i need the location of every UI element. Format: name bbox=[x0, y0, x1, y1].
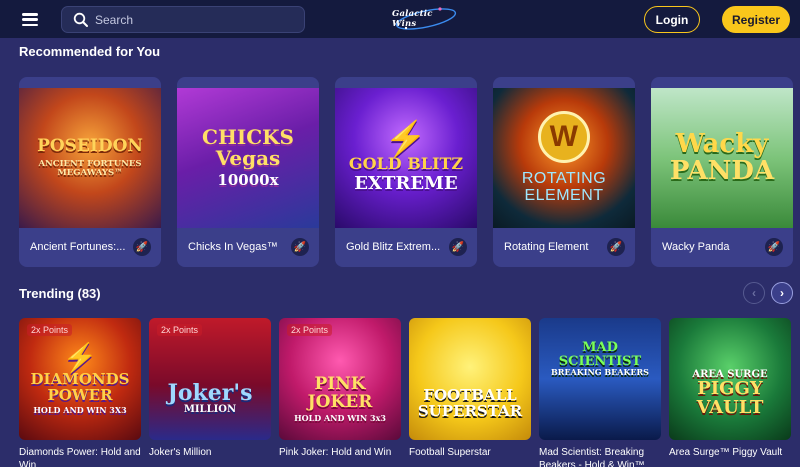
game-card-mad-scientist[interactable]: MAD SCIENTIST BREAKING BEAKERS Mad Scien… bbox=[539, 318, 661, 467]
logo-text: Galactic Wins bbox=[392, 9, 433, 29]
recommended-title: Recommended for You bbox=[19, 44, 161, 59]
art-title: POSEIDON bbox=[37, 136, 143, 157]
game-name: Joker's Million bbox=[149, 447, 212, 458]
art-title: Wacky bbox=[675, 128, 769, 159]
top-header: Galactic Wins Login Register bbox=[0, 0, 800, 38]
points-badge: 2x Points bbox=[27, 324, 73, 336]
search-input[interactable] bbox=[95, 7, 295, 32]
game-name: Pink Joker: Hold and Win bbox=[279, 447, 392, 458]
art-subtitle: HOLD AND WIN 3X3 bbox=[33, 404, 127, 415]
game-thumbnail: ⚡ GOLD BLITZ EXTREME bbox=[335, 88, 477, 228]
game-name: Area Surge™ Piggy Vault bbox=[669, 447, 783, 458]
game-card-rotating-element[interactable]: W ROTATING ELEMENT Rotating Element 🚀 bbox=[493, 77, 635, 267]
rocket-icon[interactable]: 🚀 bbox=[449, 238, 467, 256]
w-emblem-icon: W bbox=[537, 111, 590, 164]
game-card-diamonds-power[interactable]: 2x Points ⚡ DIAMONDS POWER HOLD AND WIN … bbox=[19, 318, 141, 467]
search-bar[interactable] bbox=[61, 6, 305, 33]
game-thumbnail: 2x Points PINK JOKER HOLD AND WIN 3x3 bbox=[279, 318, 401, 440]
game-card-football-superstar[interactable]: FOOTBALL SUPERSTAR Football Superstar bbox=[409, 318, 531, 458]
hamburger-icon[interactable] bbox=[22, 13, 38, 26]
art-subtitle: ANCIENT FORTUNES MEGAWAYS™ bbox=[38, 159, 142, 178]
game-thumbnail: W ROTATING ELEMENT bbox=[493, 88, 635, 228]
game-name: Gold Blitz Extrem... bbox=[346, 241, 441, 253]
game-name: Chicks In Vegas™ bbox=[188, 241, 278, 253]
art-subtitle: EXTREME bbox=[354, 172, 458, 194]
game-card-gold-blitz-extreme[interactable]: ⚡ GOLD BLITZ EXTREME Gold Blitz Extrem..… bbox=[335, 77, 477, 267]
game-card-piggy-vault[interactable]: AREA SURGE PIGGY VAULT Area Surge™ Piggy… bbox=[669, 318, 791, 458]
game-card-pink-joker[interactable]: 2x Points PINK JOKER HOLD AND WIN 3x3 Pi… bbox=[279, 318, 401, 458]
game-card-ancient-fortunes[interactable]: POSEIDON ANCIENT FORTUNES MEGAWAYS™ Anci… bbox=[19, 77, 161, 267]
art-subtitle: MILLION bbox=[183, 404, 237, 416]
game-name: Mad Scientist: Breaking Beakers - Hold &… bbox=[539, 447, 645, 467]
art-subtitle: 10000x bbox=[217, 171, 279, 190]
site-logo[interactable]: Galactic Wins bbox=[392, 4, 460, 34]
art-subtitle: SUPERSTAR bbox=[417, 402, 523, 420]
game-thumbnail: AREA SURGE PIGGY VAULT bbox=[669, 318, 791, 440]
login-button[interactable]: Login bbox=[644, 6, 700, 33]
game-thumbnail: CHICKS Vegas 10000x bbox=[177, 88, 319, 228]
game-card-wacky-panda[interactable]: Wacky PANDA Wacky Panda 🚀 bbox=[651, 77, 793, 267]
game-card-chicks-in-vegas[interactable]: CHICKS Vegas 10000x Chicks In Vegas™ 🚀 bbox=[177, 77, 319, 267]
game-name: Rotating Element bbox=[504, 241, 589, 253]
chevron-right-icon[interactable]: › bbox=[771, 282, 793, 304]
art-title: GOLD BLITZ bbox=[348, 154, 464, 174]
art-title: DIAMONDS POWER bbox=[30, 370, 130, 404]
trending-title: Trending (83) bbox=[19, 286, 101, 301]
art-title: PINK JOKER bbox=[307, 373, 373, 412]
art-title: CHICKS Vegas bbox=[202, 125, 294, 171]
search-icon bbox=[73, 12, 88, 27]
game-thumbnail: POSEIDON ANCIENT FORTUNES MEGAWAYS™ bbox=[19, 88, 161, 228]
game-thumbnail: FOOTBALL SUPERSTAR bbox=[409, 318, 531, 440]
art-title: MAD SCIENTIST bbox=[558, 340, 642, 369]
game-thumbnail: MAD SCIENTIST BREAKING BEAKERS bbox=[539, 318, 661, 440]
game-thumbnail: 2x Points ⚡ DIAMONDS POWER HOLD AND WIN … bbox=[19, 318, 141, 440]
lightning-icon: ⚡ bbox=[62, 341, 98, 375]
game-thumbnail: 2x Points Joker's MILLION bbox=[149, 318, 271, 440]
chevron-left-icon[interactable]: ‹ bbox=[743, 282, 765, 304]
rocket-icon[interactable]: 🚀 bbox=[133, 238, 151, 256]
rocket-icon[interactable]: 🚀 bbox=[607, 238, 625, 256]
art-subtitle: BREAKING BEAKERS bbox=[551, 367, 649, 378]
game-card-jokers-million[interactable]: 2x Points Joker's MILLION Joker's Millio… bbox=[149, 318, 271, 458]
game-name: Football Superstar bbox=[409, 447, 491, 458]
game-name: Ancient Fortunes:... bbox=[30, 241, 126, 253]
lightning-icon: ⚡ bbox=[384, 119, 428, 160]
register-button[interactable]: Register bbox=[722, 6, 790, 33]
points-badge: 2x Points bbox=[287, 324, 333, 336]
game-thumbnail: Wacky PANDA bbox=[651, 88, 793, 228]
game-name: Diamonds Power: Hold and Win bbox=[19, 447, 141, 467]
art-subtitle: HOLD AND WIN 3x3 bbox=[294, 412, 386, 423]
points-badge: 2x Points bbox=[157, 324, 203, 336]
game-name: Wacky Panda bbox=[662, 241, 730, 253]
art-subtitle: PIGGY VAULT bbox=[696, 378, 764, 419]
art-title: ROTATING bbox=[521, 170, 607, 188]
rocket-icon[interactable]: 🚀 bbox=[291, 238, 309, 256]
art-subtitle: ELEMENT bbox=[524, 187, 604, 204]
rocket-icon[interactable]: 🚀 bbox=[765, 238, 783, 256]
art-title: Joker's bbox=[167, 380, 253, 407]
art-subtitle: PANDA bbox=[669, 156, 775, 186]
